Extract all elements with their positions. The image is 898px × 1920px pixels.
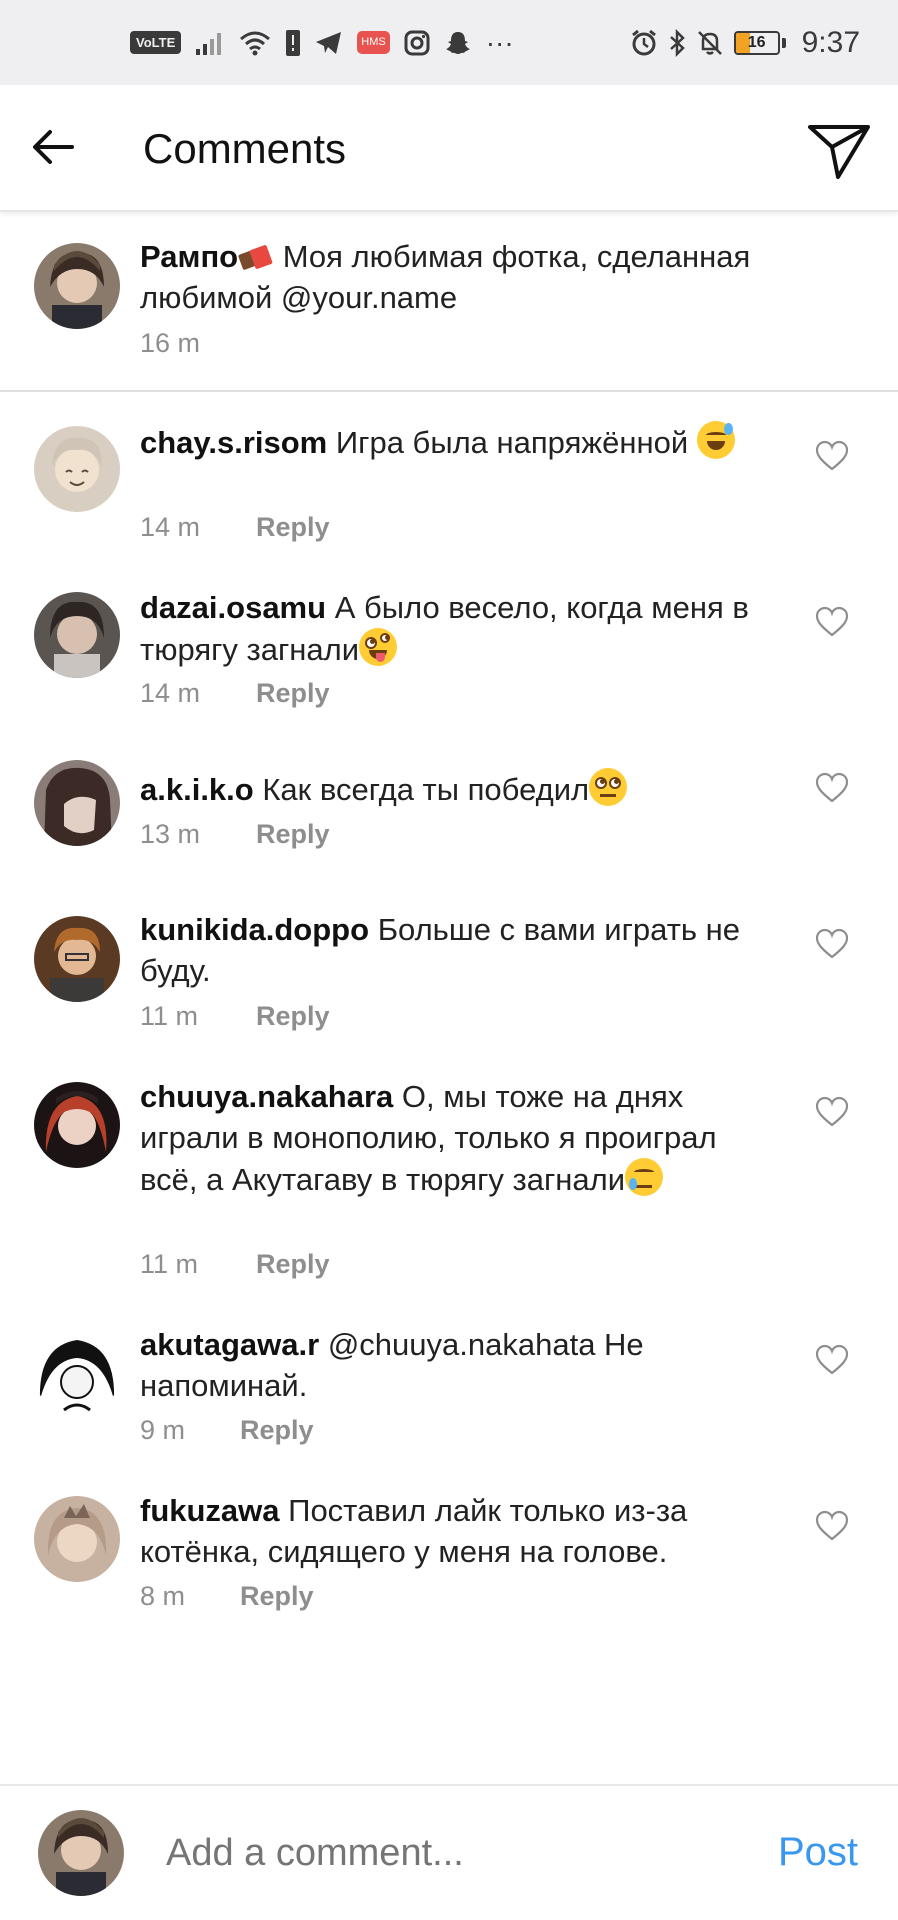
paper-plane-icon xyxy=(808,125,870,179)
reply-button[interactable]: Reply xyxy=(256,819,330,850)
comment-text: chay.s.risom Игра была напряжённой xyxy=(140,421,790,463)
caption-time: 16 m xyxy=(140,328,201,358)
comment-meta: 14 m Reply xyxy=(140,678,330,709)
comment-body: Как всегда ты победил xyxy=(262,772,590,807)
back-button[interactable] xyxy=(30,123,78,171)
avatar[interactable] xyxy=(34,426,120,512)
heart-icon[interactable] xyxy=(815,440,849,472)
caption-username[interactable]: Рампо xyxy=(140,239,238,274)
hms-icon: HMS xyxy=(357,31,390,54)
comment-time: 11 m xyxy=(140,1249,199,1279)
comment-username[interactable]: a.k.i.k.o xyxy=(140,772,254,807)
signal-icon xyxy=(195,31,225,55)
comment-username[interactable]: dazai.osamu xyxy=(140,590,326,625)
avatar[interactable] xyxy=(34,1496,120,1582)
instagram-icon xyxy=(404,30,430,56)
snapchat-icon xyxy=(444,30,472,56)
sweat-smile-emoji xyxy=(696,421,735,459)
volte-icon: VoLTE xyxy=(130,31,182,54)
comment-text: kunikida.doppo Больше с вами играть не б… xyxy=(140,909,800,991)
comment-username[interactable]: chuuya.nakahara xyxy=(140,1079,393,1114)
avatar[interactable] xyxy=(34,1330,120,1416)
heart-icon[interactable] xyxy=(815,1510,849,1542)
comments-header: Comments xyxy=(0,85,898,212)
battery-icon: 16 xyxy=(733,30,780,55)
comment-username[interactable]: chay.s.risom xyxy=(140,425,327,460)
comment-text: chuuya.nakahara О, мы тоже на днях играл… xyxy=(140,1076,780,1200)
reply-button[interactable]: Reply xyxy=(256,512,330,543)
comment-body: Игра была напряжённой xyxy=(335,425,689,460)
telegram-icon xyxy=(315,31,343,55)
reply-button[interactable]: Reply xyxy=(256,678,330,709)
comment-meta: 14 m Reply xyxy=(140,512,330,543)
back-arrow-icon xyxy=(33,130,74,164)
comment-username[interactable]: kunikida.doppo xyxy=(140,912,369,947)
comment-text: akutagawa.r @chuuya.nakahata Не напомина… xyxy=(140,1324,790,1406)
comment-time: 9 m xyxy=(140,1415,186,1445)
comment-time: 14 m xyxy=(140,678,201,708)
comment-username[interactable]: akutagawa.r xyxy=(140,1327,319,1362)
mute-icon xyxy=(696,29,724,57)
eye-roll-emoji xyxy=(589,768,628,806)
comment-time: 14 m xyxy=(140,512,201,542)
comment-meta: 8 m Reply xyxy=(140,1581,314,1612)
chocolate-emoji xyxy=(238,240,274,270)
avatar[interactable] xyxy=(34,1082,120,1168)
battery-cap xyxy=(781,37,786,48)
alarm-icon xyxy=(630,29,658,57)
share-button[interactable] xyxy=(806,121,872,181)
reply-button[interactable]: Reply xyxy=(256,1249,330,1280)
reply-button[interactable]: Reply xyxy=(256,1001,330,1032)
comment-meta: 9 m Reply xyxy=(140,1415,314,1446)
comment-composer: Post xyxy=(0,1784,898,1920)
reply-button[interactable]: Reply xyxy=(240,1581,314,1612)
comment-meta: 11 m Reply xyxy=(140,1249,330,1280)
sim-alert-icon xyxy=(285,29,301,57)
comment-username[interactable]: fukuzawa xyxy=(140,1493,280,1528)
heart-icon[interactable] xyxy=(815,1096,849,1128)
comment-text: a.k.i.k.o Как всегда ты победил xyxy=(140,768,800,810)
post-button[interactable]: Post xyxy=(778,1830,858,1875)
zany-face-emoji xyxy=(359,628,398,666)
caption-text: Рампо Моя любимая фотка, сделанная любим… xyxy=(140,236,840,318)
comment-text: fukuzawa Поставил лайк только из-за котё… xyxy=(140,1490,800,1572)
comment-meta: 11 m Reply xyxy=(140,1001,330,1032)
post-caption: Рампо Моя любимая фотка, сделанная любим… xyxy=(0,212,898,392)
reply-button[interactable]: Reply xyxy=(240,1415,314,1446)
heart-icon[interactable] xyxy=(815,1344,849,1376)
crying-face-emoji xyxy=(625,1158,664,1196)
avatar[interactable] xyxy=(34,916,120,1002)
more-notifications-icon: ··· xyxy=(485,26,514,58)
heart-icon[interactable] xyxy=(815,606,849,638)
comment-text: dazai.osamu А было весело, когда меня в … xyxy=(140,587,800,670)
heart-icon[interactable] xyxy=(815,928,849,960)
avatar[interactable] xyxy=(34,760,120,846)
comment-input[interactable] xyxy=(166,1832,726,1875)
status-bar: VoLTE HMS ··· 16 9:37 xyxy=(0,0,898,85)
clock: 9:37 xyxy=(801,25,860,59)
heart-icon[interactable] xyxy=(815,772,849,804)
wifi-icon xyxy=(239,30,271,56)
comment-time: 13 m xyxy=(140,819,201,849)
avatar[interactable] xyxy=(34,592,120,678)
comment-time: 8 m xyxy=(140,1581,186,1611)
comment-time: 11 m xyxy=(140,1001,199,1031)
comment-meta: 13 m Reply xyxy=(140,819,330,850)
bluetooth-icon xyxy=(668,28,686,57)
page-title: Comments xyxy=(143,125,347,172)
avatar[interactable] xyxy=(34,243,120,329)
avatar xyxy=(38,1810,124,1896)
caption-meta: 16 m xyxy=(140,328,200,359)
